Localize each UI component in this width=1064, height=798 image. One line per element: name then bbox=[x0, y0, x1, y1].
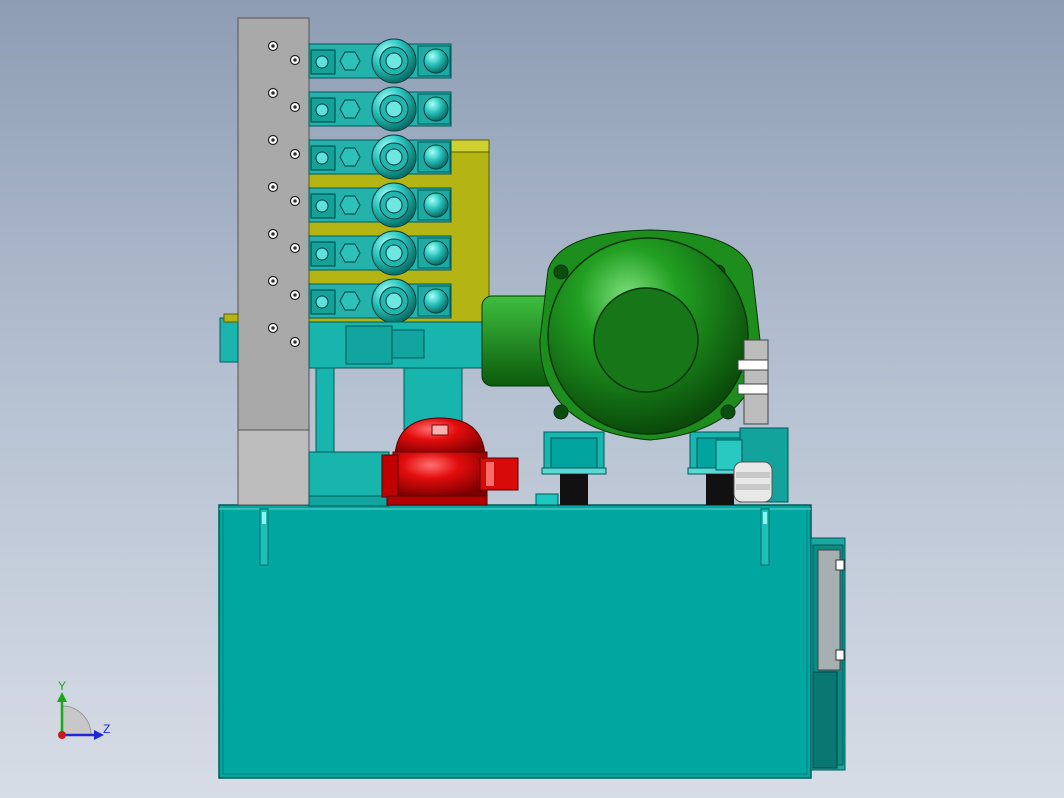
solenoid-valve[interactable] bbox=[308, 230, 452, 276]
suction-filter[interactable] bbox=[381, 417, 519, 506]
tank-lifting-lug-left bbox=[259, 508, 269, 566]
tank-lifting-lug-right bbox=[760, 508, 770, 566]
solenoid-valve[interactable] bbox=[308, 86, 452, 132]
solenoid-valve[interactable] bbox=[308, 38, 452, 84]
axis-triad: Y Z bbox=[57, 679, 110, 740]
z-axis-label: Z bbox=[103, 722, 110, 736]
y-axis-label: Y bbox=[58, 679, 66, 693]
solenoid-valve[interactable] bbox=[308, 134, 452, 180]
oil-tank[interactable] bbox=[218, 504, 812, 779]
side-cover-plate[interactable] bbox=[810, 537, 846, 771]
solenoid-valve[interactable] bbox=[308, 278, 452, 324]
cad-viewport[interactable]: Y Z bbox=[0, 0, 1064, 798]
drain-plug bbox=[535, 493, 559, 506]
solenoid-valve[interactable] bbox=[308, 182, 452, 228]
